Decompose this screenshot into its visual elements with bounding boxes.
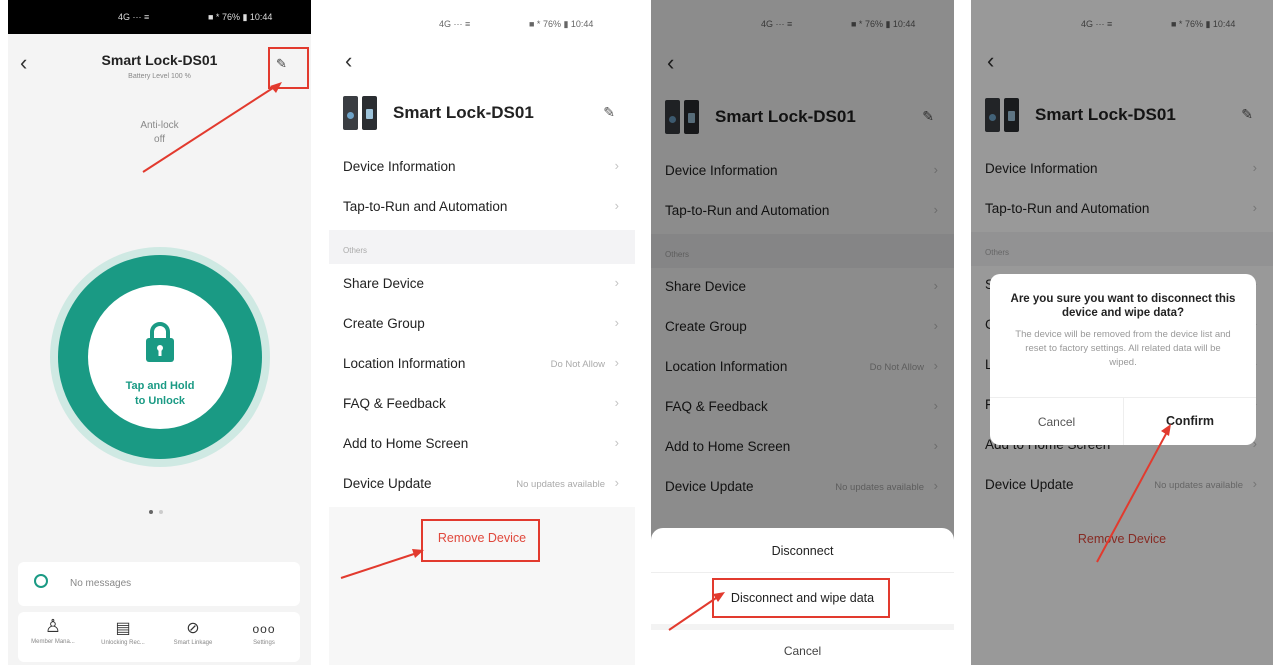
annotation-arrow [1096,424,1171,563]
annotation-arrow [142,82,282,173]
lock-home-screen: 4G ··· ≡ ■ * 76% ▮ 10:44 ‹ Smart Lock-DS… [8,0,311,665]
confirm-dialog-screen: 4G ··· ≡ ■ * 76% ▮ 10:44 ‹ Smart Lock-DS… [971,0,1273,665]
annotation-arrow [340,549,424,579]
disconnect-sheet-screen: 4G ··· ≡ ■ * 76% ▮ 10:44 ‹ Smart Lock-DS… [651,0,954,665]
annotation-arrow [668,592,725,631]
settings-screen: 4G ··· ≡ ■ * 76% ▮ 10:44 ‹ Smart Lock-DS… [329,0,635,665]
